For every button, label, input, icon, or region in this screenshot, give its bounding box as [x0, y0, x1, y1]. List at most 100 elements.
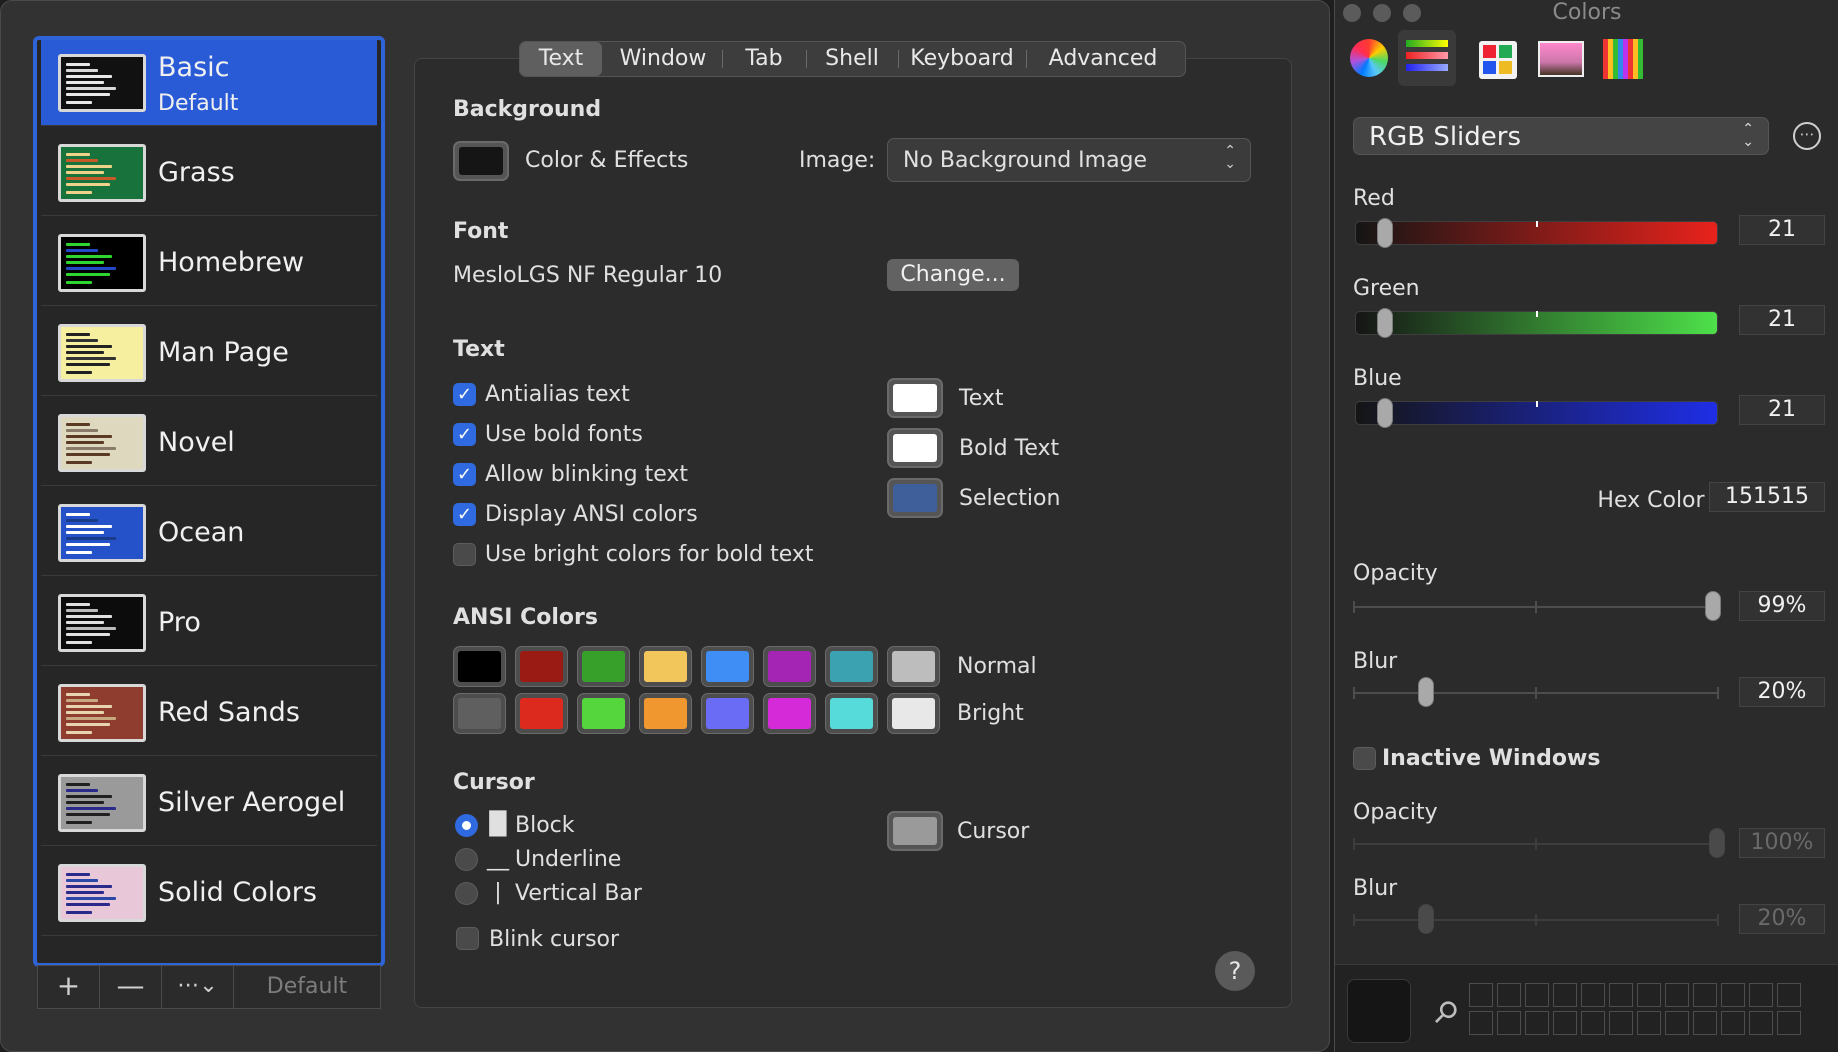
profile-item[interactable]: Homebrew: [41, 220, 377, 306]
slider-knob[interactable]: [1376, 398, 1393, 428]
profile-item[interactable]: Grass: [41, 130, 377, 216]
cursor-style-radio[interactable]: [455, 814, 478, 837]
ansi-bright-color-1[interactable]: [515, 693, 568, 734]
saved-swatch-slot[interactable]: [1665, 983, 1689, 1007]
eyedropper-icon[interactable]: ⚲: [1417, 985, 1474, 1042]
ansi-normal-color-3[interactable]: [639, 646, 692, 687]
image-palettes-icon[interactable]: [1538, 33, 1586, 83]
saved-swatch-slot[interactable]: [1721, 983, 1745, 1007]
saved-swatch-slot[interactable]: [1497, 983, 1521, 1007]
blur-value[interactable]: 20%: [1739, 677, 1825, 707]
saved-swatch-slot[interactable]: [1609, 983, 1633, 1007]
change-font-button[interactable]: Change...: [887, 259, 1019, 291]
opacity-value[interactable]: 99%: [1739, 591, 1825, 621]
color-mode-select[interactable]: RGB Sliders ⌃ ⌄: [1353, 117, 1769, 155]
saved-swatch-slot[interactable]: [1497, 1011, 1521, 1035]
saved-swatch-slot[interactable]: [1637, 983, 1661, 1007]
saved-swatch-slot[interactable]: [1637, 1011, 1661, 1035]
inactive-blur-value[interactable]: 20%: [1739, 904, 1825, 934]
profile-item[interactable]: Novel: [41, 400, 377, 486]
saved-swatch-slot[interactable]: [1749, 1011, 1773, 1035]
remove-profile-button[interactable]: —: [100, 966, 162, 1008]
current-color-well[interactable]: [1347, 979, 1411, 1043]
saved-swatch-slot[interactable]: [1469, 1011, 1493, 1035]
ansi-normal-color-2[interactable]: [577, 646, 630, 687]
profile-item[interactable]: Ocean: [41, 490, 377, 576]
ansi-normal-color-0[interactable]: [453, 646, 506, 687]
color-sliders-icon[interactable]: [1398, 30, 1456, 86]
channel-value-input[interactable]: 21: [1739, 395, 1825, 425]
saved-swatch-slot[interactable]: [1469, 983, 1493, 1007]
saved-swatch-slot[interactable]: [1777, 983, 1801, 1007]
profile-item[interactable]: Red Sands: [41, 670, 377, 756]
channel-value-input[interactable]: 21: [1739, 215, 1825, 245]
profile-item[interactable]: Solid Colors: [41, 850, 377, 936]
text-option-checkbox[interactable]: ✓: [453, 383, 476, 406]
tab-keyboard[interactable]: Keyboard: [900, 42, 1024, 76]
inactive-opacity-value[interactable]: 100%: [1739, 828, 1825, 858]
tab-shell[interactable]: Shell: [808, 42, 896, 76]
saved-swatch-slot[interactable]: [1721, 1011, 1745, 1035]
tab-window[interactable]: Window: [606, 42, 720, 76]
profile-item[interactable]: Silver Aerogel: [41, 760, 377, 846]
slider-knob[interactable]: [1376, 308, 1393, 338]
saved-swatch-slot[interactable]: [1693, 983, 1717, 1007]
saved-swatch-slot[interactable]: [1553, 983, 1577, 1007]
tab-tab[interactable]: Tab: [724, 42, 804, 76]
ansi-bright-color-6[interactable]: [825, 693, 878, 734]
saved-swatch-slot[interactable]: [1525, 983, 1549, 1007]
tab-advanced[interactable]: Advanced: [1028, 42, 1178, 76]
cursor-style-radio[interactable]: [455, 848, 478, 871]
inactive-windows-checkbox[interactable]: [1353, 747, 1376, 770]
ansi-normal-color-5[interactable]: [763, 646, 816, 687]
ansi-bright-color-7[interactable]: [887, 693, 940, 734]
hex-color-input[interactable]: 151515: [1709, 482, 1825, 512]
saved-swatch-slot[interactable]: [1581, 983, 1605, 1007]
slider-knob[interactable]: [1417, 904, 1434, 934]
tab-text[interactable]: Text: [520, 42, 602, 76]
text-option-checkbox[interactable]: ✓: [453, 503, 476, 526]
cursor-style-radio[interactable]: [455, 882, 478, 905]
ansi-normal-color-6[interactable]: [825, 646, 878, 687]
profile-item[interactable]: Basic Default: [41, 40, 377, 126]
cursor-color-well[interactable]: [887, 811, 943, 851]
ansi-bright-color-4[interactable]: [701, 693, 754, 734]
add-profile-button[interactable]: +: [38, 966, 100, 1008]
saved-swatch-slot[interactable]: [1693, 1011, 1717, 1035]
channel-value-input[interactable]: 21: [1739, 305, 1825, 335]
more-options-icon[interactable]: ⋯: [1793, 122, 1821, 150]
ansi-normal-color-1[interactable]: [515, 646, 568, 687]
profile-item[interactable]: Pro: [41, 580, 377, 666]
profile-item[interactable]: Man Page: [41, 310, 377, 396]
ansi-bright-color-2[interactable]: [577, 693, 630, 734]
saved-swatch-slot[interactable]: [1777, 1011, 1801, 1035]
text-color-well[interactable]: [887, 428, 943, 468]
saved-swatch-slot[interactable]: [1581, 1011, 1605, 1035]
profile-actions-menu-button[interactable]: ⋯⌄: [162, 966, 234, 1008]
background-color-well[interactable]: [453, 141, 509, 181]
color-palettes-icon[interactable]: [1473, 33, 1521, 83]
saved-swatch-slot[interactable]: [1609, 1011, 1633, 1035]
slider-knob[interactable]: [1709, 828, 1725, 858]
background-image-select[interactable]: No Background Image ⌃ ⌄: [887, 138, 1251, 182]
profile-list[interactable]: Basic Default Grass Homebrew Man Page Novel Oc…: [33, 36, 385, 967]
saved-swatch-slot[interactable]: [1749, 983, 1773, 1007]
text-color-well[interactable]: [887, 478, 943, 518]
ansi-bright-color-0[interactable]: [453, 693, 506, 734]
slider-knob[interactable]: [1376, 218, 1393, 248]
ansi-normal-color-4[interactable]: [701, 646, 754, 687]
slider-knob[interactable]: [1705, 591, 1722, 621]
slider-knob[interactable]: [1417, 677, 1434, 707]
text-option-checkbox[interactable]: [453, 543, 476, 566]
saved-swatch-slot[interactable]: [1665, 1011, 1689, 1035]
help-button[interactable]: ?: [1215, 951, 1255, 991]
pencils-icon[interactable]: [1599, 33, 1647, 83]
ansi-bright-color-3[interactable]: [639, 693, 692, 734]
blink-cursor-checkbox[interactable]: [456, 927, 479, 950]
ansi-normal-color-7[interactable]: [887, 646, 940, 687]
text-option-checkbox[interactable]: ✓: [453, 423, 476, 446]
text-option-checkbox[interactable]: ✓: [453, 463, 476, 486]
ansi-bright-color-5[interactable]: [763, 693, 816, 734]
saved-swatch-slot[interactable]: [1525, 1011, 1549, 1035]
text-color-well[interactable]: [887, 378, 943, 418]
